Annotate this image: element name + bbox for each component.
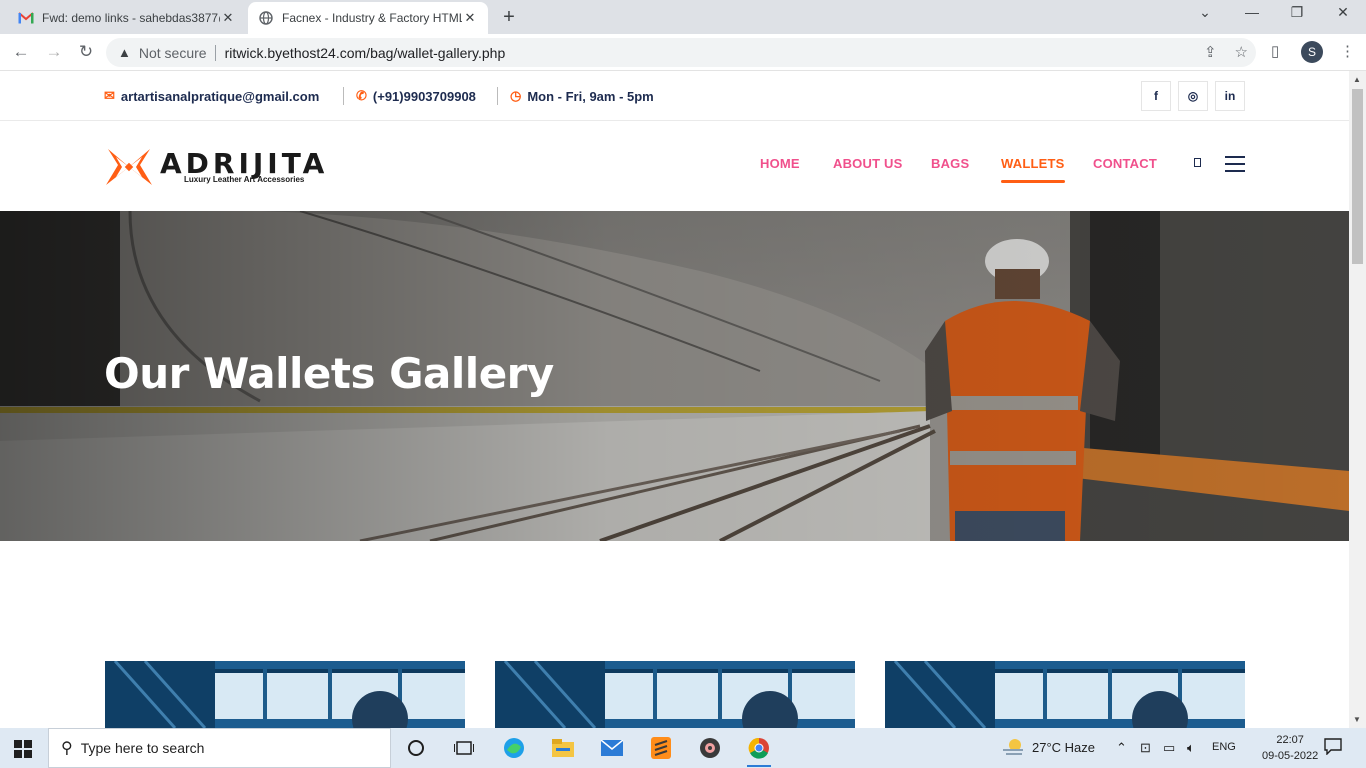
task-view-icon[interactable]: [452, 736, 476, 760]
factory-photo: [495, 661, 855, 728]
gallery-image[interactable]: [105, 661, 465, 728]
language-indicator[interactable]: ENG: [1212, 741, 1236, 753]
reload-icon[interactable]: ↻: [75, 41, 97, 63]
notifications-icon[interactable]: [1324, 737, 1342, 758]
clock-date: 09-05-2022: [1262, 750, 1319, 762]
browser-toolbar: ← → ↻ ▲ Not secure ritwick.byethost24.co…: [0, 34, 1366, 71]
cortana-icon[interactable]: [404, 736, 428, 760]
taskbar-search-input[interactable]: ⚲ Type here to search: [48, 728, 391, 768]
mail-icon[interactable]: [600, 736, 624, 760]
forward-icon[interactable]: →: [43, 41, 65, 63]
windows-start-icon[interactable]: [14, 740, 32, 763]
tab-facnex[interactable]: Facnex - Industry & Factory HTML ✕: [248, 2, 488, 34]
back-icon[interactable]: ←: [10, 41, 32, 63]
divider: [343, 87, 344, 105]
browser-tab-strip: Fwd: demo links - sahebdas3877@ ✕ Facnex…: [0, 0, 1366, 34]
hero-banner: Our Wallets Gallery: [0, 211, 1349, 541]
facebook-icon[interactable]: f: [1141, 81, 1171, 111]
hamburger-menu-icon[interactable]: [1225, 156, 1245, 177]
page-scrollbar[interactable]: ▲ ▼: [1349, 71, 1366, 728]
email-contact[interactable]: ✉ artartisanalpratique@gmail.com: [104, 88, 319, 104]
url-text[interactable]: ritwick.byethost24.com/bag/wallet-galler…: [225, 45, 506, 61]
brand-tagline: Luxury Leather Art Accessories: [184, 175, 305, 184]
globe-icon: [258, 10, 274, 26]
nav-home[interactable]: HOME: [760, 156, 800, 171]
tab-title: Facnex - Industry & Factory HTML: [282, 11, 462, 25]
windows-taskbar: ⚲ Type here to search 27°C Haze ⌃ ⊡ ▭ 🔈︎…: [0, 728, 1366, 768]
site-header: ADRIJITA Luxury Leather Art Accessories …: [0, 121, 1349, 211]
envelope-icon: ✉: [104, 88, 115, 103]
profile-avatar[interactable]: S: [1301, 41, 1323, 63]
clock-time: 22:07: [1276, 734, 1304, 746]
battery-icon[interactable]: ▭: [1163, 740, 1175, 756]
divider: [497, 87, 498, 105]
kebab-menu-icon[interactable]: ⋮: [1340, 42, 1355, 60]
security-label: Not secure: [138, 44, 207, 61]
share-icon[interactable]: ⇪: [1204, 43, 1217, 61]
hours-info: ◷ Mon - Fri, 9am - 5pm: [510, 88, 654, 104]
chrome-icon[interactable]: [747, 736, 771, 767]
close-tab-icon[interactable]: ✕: [462, 10, 478, 26]
top-contact-bar: ✉ artartisanalpratique@gmail.com ✆ (+91)…: [0, 71, 1349, 121]
sublime-text-icon[interactable]: [649, 736, 673, 760]
new-tab-button[interactable]: +: [498, 6, 520, 29]
weather-text[interactable]: 27°C Haze: [1032, 740, 1095, 755]
nav-about-us[interactable]: ABOUT US: [833, 156, 903, 171]
omnibox-divider: [214, 44, 216, 61]
gallery-image[interactable]: [495, 661, 855, 728]
page-viewport: ✉ artartisanalpratique@gmail.com ✆ (+91)…: [0, 71, 1349, 728]
gallery-image[interactable]: [885, 661, 1245, 728]
linkedin-icon[interactable]: in: [1215, 81, 1245, 111]
search-icon: ⚲: [61, 740, 73, 757]
search-placeholder: Type here to search: [80, 740, 205, 756]
nav-contact[interactable]: CONTACT: [1093, 156, 1157, 171]
chevron-up-icon[interactable]: ⌃: [1116, 740, 1127, 756]
weather-icon[interactable]: [1001, 737, 1025, 760]
minimize-icon[interactable]: —: [1240, 4, 1264, 20]
tab-gmail[interactable]: Fwd: demo links - sahebdas3877@ ✕: [8, 2, 246, 34]
email-text: artartisanalpratique@gmail.com: [120, 88, 320, 104]
restore-icon[interactable]: ❐: [1285, 4, 1309, 21]
phone-text: (+91)9903709908: [372, 88, 476, 104]
page-title: Our Wallets Gallery: [104, 349, 554, 398]
phone-contact[interactable]: ✆ (+91)9903709908: [356, 88, 476, 104]
media-player-icon[interactable]: [698, 736, 722, 760]
gmail-icon: [18, 10, 34, 26]
phone-icon: ✆: [356, 88, 367, 103]
edge-icon[interactable]: [502, 736, 526, 760]
site-logo[interactable]: ADRIJITA Luxury Leather Art Accessories: [104, 145, 349, 189]
system-clock[interactable]: 22:07 09-05-2022: [1262, 732, 1318, 764]
close-tab-icon[interactable]: ✕: [220, 10, 236, 26]
hours-text: Mon - Fri, 9am - 5pm: [527, 88, 654, 104]
butterfly-logo-icon: [106, 149, 152, 185]
side-panel-icon[interactable]: ▯: [1271, 42, 1279, 60]
close-window-icon[interactable]: ✕: [1331, 4, 1355, 21]
scroll-down-icon[interactable]: ▼: [1353, 715, 1361, 724]
warning-icon[interactable]: ▲: [118, 45, 131, 60]
address-bar[interactable]: ▲ Not secure ritwick.byethost24.com/bag/…: [106, 38, 1256, 67]
file-explorer-icon[interactable]: [551, 736, 575, 760]
bookmark-star-icon[interactable]: ☆: [1235, 43, 1248, 61]
nav-bags[interactable]: BAGS: [931, 156, 969, 171]
tab-title: Fwd: demo links - sahebdas3877@: [42, 11, 220, 25]
nav-wallets[interactable]: WALLETS: [1001, 156, 1065, 183]
scrollbar-thumb[interactable]: [1352, 89, 1363, 264]
search-icon[interactable]: [1194, 158, 1201, 167]
scroll-up-icon[interactable]: ▲: [1353, 75, 1361, 84]
clock-icon: ◷: [510, 88, 522, 103]
factory-photo: [105, 661, 465, 728]
instagram-icon[interactable]: ◎: [1178, 81, 1208, 111]
tab-search-icon[interactable]: ⌄: [1193, 4, 1217, 21]
network-icon[interactable]: ⊡: [1140, 740, 1151, 756]
volume-icon[interactable]: 🔈︎: [1187, 740, 1195, 756]
factory-photo: [885, 661, 1245, 728]
